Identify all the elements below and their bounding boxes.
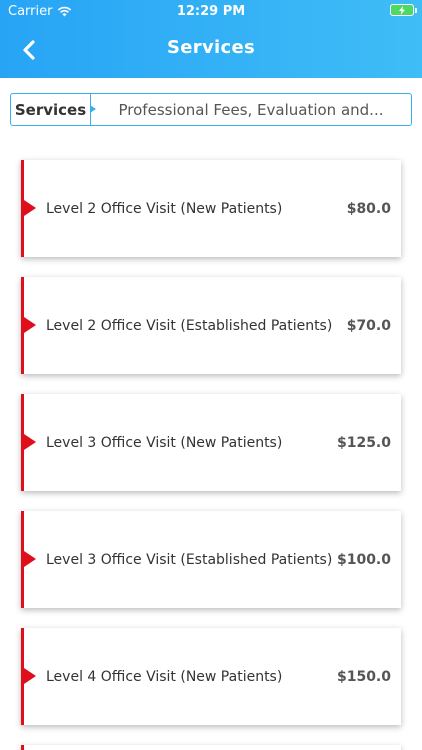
service-card[interactable]: Level 2 Office Visit (New Patients) $80.… bbox=[21, 160, 401, 257]
service-price: $70.0 bbox=[346, 317, 391, 334]
app-header: Carrier 12:29 PM Services bbox=[0, 0, 422, 78]
service-card[interactable]: Level 2 Office Visit (Established Patien… bbox=[21, 277, 401, 374]
battery-icon bbox=[390, 4, 417, 16]
marker-icon bbox=[24, 317, 36, 333]
service-card[interactable]: Level 4 Office Visit (New Patients) $150… bbox=[21, 628, 401, 725]
marker-icon bbox=[24, 551, 36, 567]
service-price: $100.0 bbox=[336, 551, 391, 568]
service-name: Level 2 Office Visit (Established Patien… bbox=[46, 317, 333, 334]
service-price: $125.0 bbox=[336, 434, 391, 451]
service-name: Level 3 Office Visit (Established Patien… bbox=[46, 551, 333, 568]
marker-icon bbox=[24, 668, 36, 684]
selector-value: Professional Fees, Evaluation and... bbox=[118, 100, 384, 119]
caret-right-icon bbox=[90, 105, 96, 113]
service-price: $150.0 bbox=[336, 668, 391, 685]
service-price: $80.0 bbox=[346, 200, 391, 217]
page-title: Services bbox=[167, 37, 255, 58]
service-name: Level 4 Office Visit (New Patients) bbox=[46, 668, 283, 685]
service-name: Level 3 Office Visit (New Patients) bbox=[46, 434, 283, 451]
selector-label-box: Services bbox=[11, 94, 96, 125]
service-card[interactable]: Level 3 Office Visit (Established Patien… bbox=[21, 511, 401, 608]
service-category-selector[interactable]: Services Professional Fees, Evaluation a… bbox=[10, 93, 412, 126]
status-bar: Carrier 12:29 PM bbox=[0, 0, 422, 22]
service-card-partial[interactable] bbox=[21, 745, 401, 750]
charging-bolt-icon bbox=[399, 5, 405, 15]
marker-icon bbox=[24, 434, 36, 450]
marker-icon bbox=[24, 200, 36, 216]
service-name: Level 2 Office Visit (New Patients) bbox=[46, 200, 283, 217]
selector-label: Services bbox=[14, 100, 87, 119]
status-time: 12:29 PM bbox=[176, 4, 246, 19]
service-card[interactable]: Level 3 Office Visit (New Patients) $125… bbox=[21, 394, 401, 491]
